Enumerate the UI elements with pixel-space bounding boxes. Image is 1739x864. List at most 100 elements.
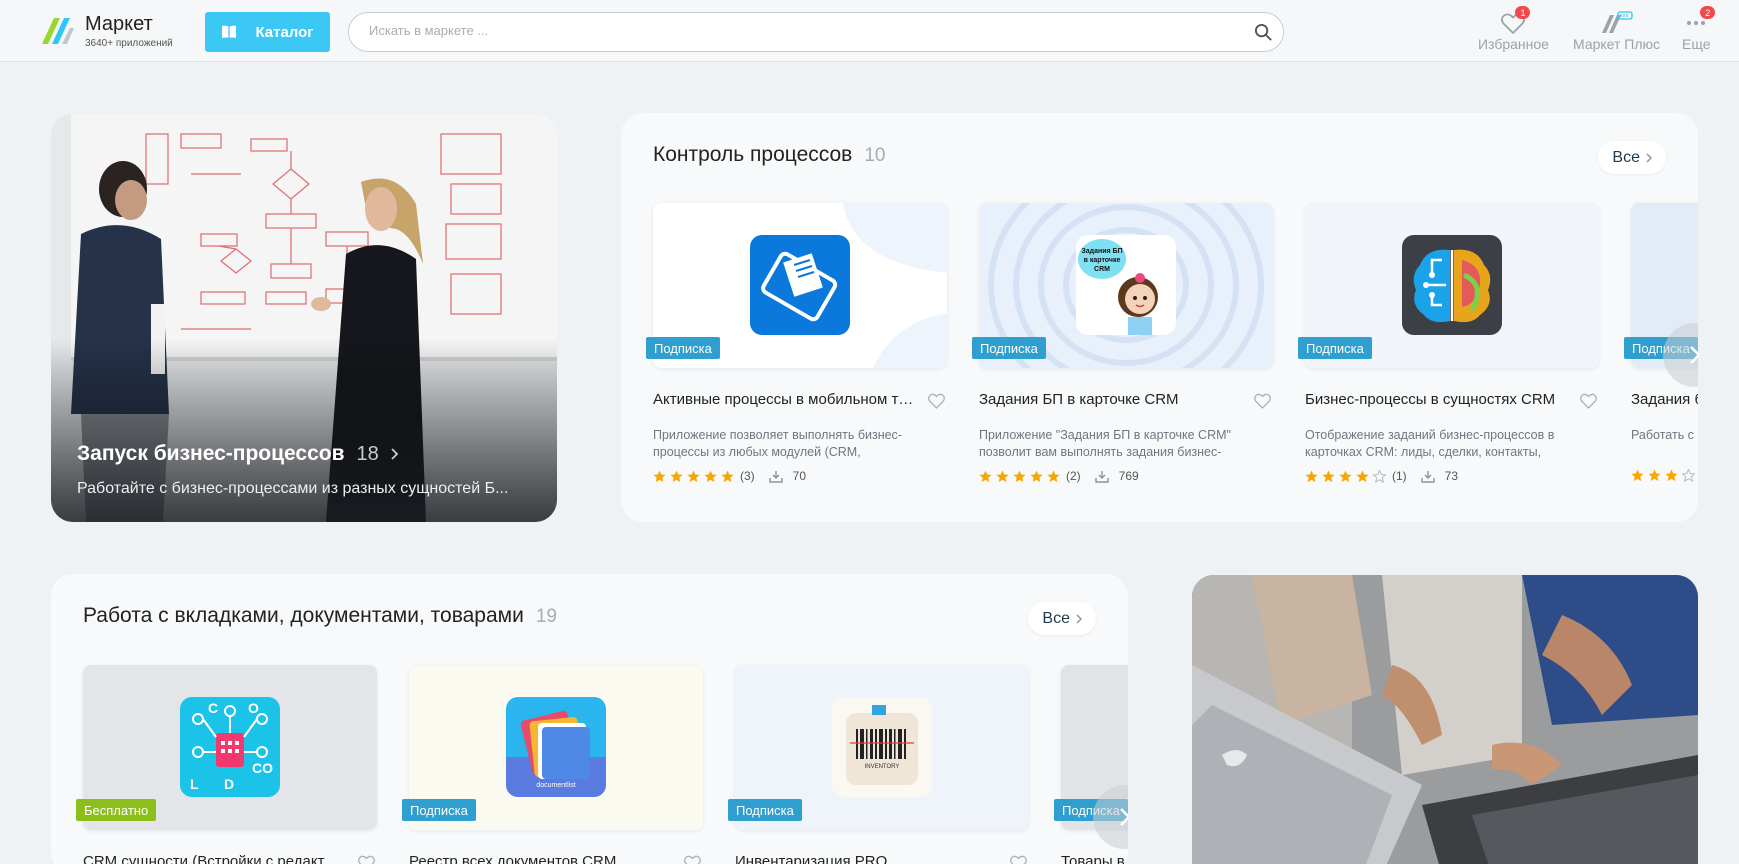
app-name[interactable]: Товары в <box>1061 853 1128 864</box>
app-description: Отображение заданий бизнес-процессов в к… <box>1305 428 1555 459</box>
section-title: Работа с вкладками, документами, товарам… <box>83 604 557 628</box>
favorite-heart-icon[interactable] <box>1580 393 1597 409</box>
rating-stars <box>1305 469 1386 483</box>
app-meta: (2) 769 <box>979 469 1139 483</box>
review-count: (1) <box>1392 469 1407 483</box>
star-icon <box>1665 469 1678 482</box>
all-button-label: Все <box>1042 609 1070 627</box>
all-button[interactable]: Все <box>1598 141 1666 174</box>
barcode-inventory-icon: INVENTORY <box>832 697 932 797</box>
svg-text:C: C <box>208 700 218 716</box>
subscription-tag: Подписка <box>728 799 802 821</box>
svg-text:CO: CO <box>252 760 273 776</box>
catalog-label: Каталог <box>255 23 314 41</box>
star-icon <box>1013 469 1026 482</box>
promo-count: 18 <box>356 442 379 465</box>
app-name[interactable]: Бизнес-процессы в сущностях CRM <box>1305 391 1567 408</box>
free-tag: Бесплатно <box>76 799 157 821</box>
documentlist-icon: documentlist <box>506 697 606 797</box>
star-icon <box>704 469 717 482</box>
chevron-right-icon <box>1076 613 1082 624</box>
favorite-heart-icon[interactable] <box>684 855 701 864</box>
app-name[interactable]: Инвентаризация PRO <box>735 853 997 864</box>
rating-stars <box>979 469 1060 483</box>
download-icon <box>1420 470 1435 483</box>
star-icon <box>1305 469 1318 482</box>
brand-subtitle: 3640+ приложений <box>85 38 173 49</box>
star-empty-icon <box>1682 469 1695 482</box>
promo-team-laptop[interactable] <box>1192 575 1698 864</box>
favorite-heart-icon[interactable] <box>1254 393 1271 409</box>
catalog-button[interactable]: Каталог <box>205 12 330 52</box>
app-icon-text: documentlist <box>536 782 576 789</box>
app-icon-text: Задания БП в карточке CRM <box>1081 248 1123 273</box>
section-tabs-documents: Работа с вкладками, документами, товарам… <box>51 574 1128 864</box>
chevron-right-icon <box>1120 808 1128 826</box>
top-bar: Маркет 3640+ приложений Каталог 1 Избран… <box>0 0 1739 62</box>
review-count: (3) <box>740 469 755 483</box>
market-plus-icon <box>1601 11 1633 33</box>
app-description: Работать с б удобнее, есл <box>1631 428 1698 442</box>
star-icon <box>653 469 666 482</box>
favorites-label: Избранное <box>1478 36 1549 52</box>
star-icon <box>979 469 992 482</box>
more-badge: 2 <box>1700 6 1716 19</box>
star-icon <box>1648 469 1661 482</box>
app-meta: (3) 70 <box>653 469 806 483</box>
subscription-tag: Подписка <box>646 337 720 359</box>
team-laptop-photo <box>1192 575 1698 864</box>
app-meta: (1) 73 <box>1305 469 1458 483</box>
brain-circuit-icon <box>1402 235 1502 335</box>
favorites-nav[interactable]: 1 Избранное <box>1478 6 1549 52</box>
favorite-heart-icon[interactable] <box>1010 855 1027 864</box>
svg-text:L: L <box>190 776 199 792</box>
more-icon <box>1687 21 1706 25</box>
star-icon <box>687 469 700 482</box>
girl-bubble-icon: Задания БП в карточке CRM <box>1076 235 1176 335</box>
chevron-right-icon <box>1646 152 1652 163</box>
search-box[interactable] <box>348 12 1284 52</box>
more-nav[interactable]: 2 Еще <box>1682 6 1716 52</box>
favorite-heart-icon[interactable] <box>928 393 945 409</box>
app-description: Приложение позволяет выполнять бизнес-пр… <box>653 428 902 459</box>
promo-business-processes[interactable]: Запуск бизнес-процессов 18 Работайте с б… <box>51 114 557 522</box>
star-icon <box>670 469 683 482</box>
install-count: 73 <box>1444 469 1459 483</box>
section-count: 10 <box>864 145 886 166</box>
app-name[interactable]: Реестр всех документов CRM <box>409 853 671 864</box>
more-label: Еще <box>1682 36 1711 52</box>
favorite-heart-icon[interactable] <box>358 855 375 864</box>
market-plus-label: Маркет Плюс <box>1573 36 1661 52</box>
all-button-label: Все <box>1612 148 1640 166</box>
search-icon[interactable] <box>1254 23 1273 42</box>
section-title-text: Работа с вкладками, документами, товарам… <box>83 604 524 627</box>
app-meta <box>1631 469 1695 482</box>
section-title-text: Контроль процессов <box>653 143 853 166</box>
all-button[interactable]: Все <box>1028 602 1096 635</box>
brand-title[interactable]: Маркет <box>85 13 153 36</box>
market-plus-nav[interactable]: Маркет Плюс <box>1573 10 1660 52</box>
install-count: 70 <box>792 469 807 483</box>
rating-stars <box>1631 469 1695 482</box>
star-icon <box>1030 469 1043 482</box>
star-icon <box>1047 469 1060 482</box>
favorites-badge: 1 <box>1515 6 1531 19</box>
market-logo-icon[interactable] <box>40 14 76 48</box>
chevron-right-icon <box>391 448 399 460</box>
app-name[interactable]: CRM сущности (Встройки с редактиро... <box>83 853 345 864</box>
star-empty-icon <box>1373 469 1386 483</box>
app-name[interactable]: Активные процессы в мобильном тел... <box>653 391 915 408</box>
app-name[interactable]: Задания БП в карточке CRM <box>979 391 1241 408</box>
app-icon-text: INVENTORY <box>864 764 900 770</box>
star-icon <box>1356 469 1369 482</box>
book-icon <box>222 25 237 38</box>
search-input[interactable] <box>369 23 1229 38</box>
subscription-tag: Подписка <box>972 337 1046 359</box>
download-icon <box>768 470 783 483</box>
rating-stars <box>653 469 734 483</box>
crm-entities-icon: L D O C CO <box>180 697 280 797</box>
promo-title[interactable]: Запуск бизнес-процессов 18 <box>77 442 399 466</box>
chevron-right-icon <box>1690 346 1698 364</box>
app-name[interactable]: Задания б <box>1631 391 1698 408</box>
install-count: 769 <box>1118 469 1139 483</box>
